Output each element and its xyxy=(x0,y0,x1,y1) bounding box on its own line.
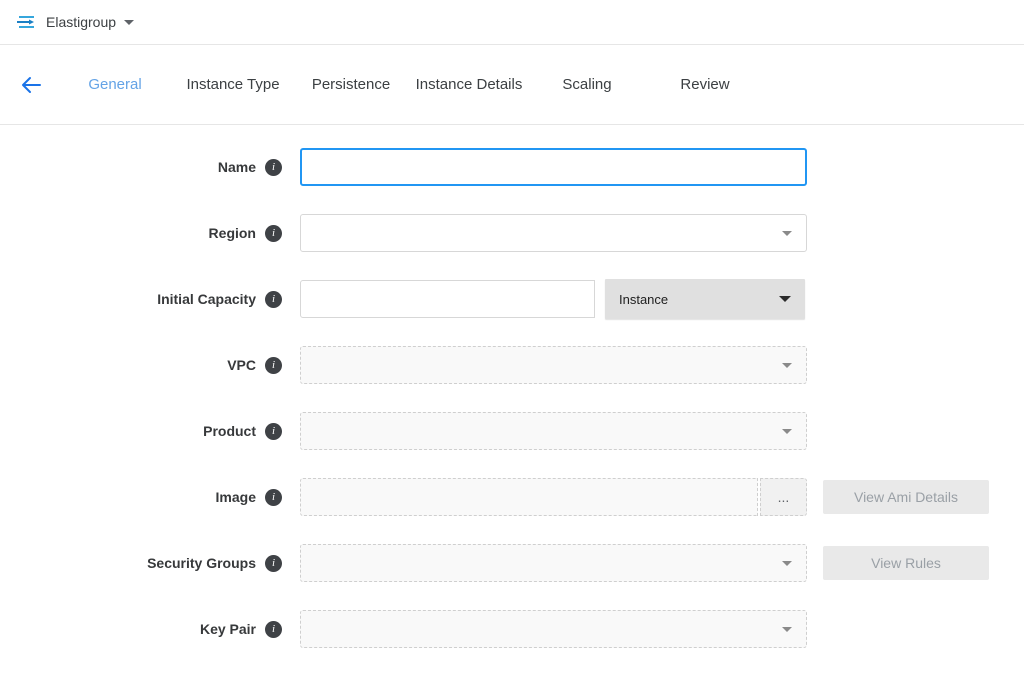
form-row-key-pair: Key Pair i xyxy=(0,610,1024,648)
back-arrow-icon[interactable] xyxy=(20,76,56,94)
product-select[interactable] xyxy=(300,412,807,450)
vpc-select[interactable] xyxy=(300,346,807,384)
form-row-security-groups: Security Groups i View Rules xyxy=(0,544,1024,582)
tab-review[interactable]: Review xyxy=(646,76,764,93)
view-ami-details-button[interactable]: View Ami Details xyxy=(823,480,989,514)
name-input[interactable] xyxy=(300,148,807,186)
initial-capacity-label: Initial Capacity xyxy=(157,291,256,307)
tab-persistence[interactable]: Persistence xyxy=(292,76,410,93)
region-caret-icon xyxy=(782,231,792,236)
form-row-region: Region i xyxy=(0,214,1024,252)
initial-capacity-info-icon[interactable]: i xyxy=(265,291,282,308)
product-info-icon[interactable]: i xyxy=(265,423,282,440)
initial-capacity-input[interactable] xyxy=(300,280,595,318)
vpc-caret-icon xyxy=(782,363,792,368)
key-pair-info-icon[interactable]: i xyxy=(265,621,282,638)
name-label: Name xyxy=(218,159,256,175)
general-settings-form: Name i Region i Initial Capacity i Insta… xyxy=(0,125,1024,648)
image-info-icon[interactable]: i xyxy=(265,489,282,506)
vpc-label: VPC xyxy=(227,357,256,373)
name-info-icon[interactable]: i xyxy=(265,159,282,176)
elastigroup-logo-icon xyxy=(15,14,37,30)
region-label: Region xyxy=(209,225,256,241)
form-row-product: Product i xyxy=(0,412,1024,450)
key-pair-label: Key Pair xyxy=(200,621,256,637)
image-input[interactable] xyxy=(300,478,758,516)
security-groups-select[interactable] xyxy=(300,544,807,582)
image-label: Image xyxy=(216,489,256,505)
capacity-unit-caret-icon xyxy=(779,296,791,302)
topbar: Elastigroup xyxy=(0,0,1024,45)
tab-general[interactable]: General xyxy=(56,76,174,93)
app-title: Elastigroup xyxy=(46,14,116,30)
capacity-unit-select[interactable]: Instance xyxy=(605,279,805,319)
capacity-unit-value: Instance xyxy=(619,292,668,307)
region-select[interactable] xyxy=(300,214,807,252)
tab-instance-type[interactable]: Instance Type xyxy=(174,76,292,93)
product-caret-icon xyxy=(782,429,792,434)
wizard-tab-bar: General Instance Type Persistence Instan… xyxy=(0,45,1024,125)
security-groups-info-icon[interactable]: i xyxy=(265,555,282,572)
security-groups-label: Security Groups xyxy=(147,555,256,571)
view-rules-button[interactable]: View Rules xyxy=(823,546,989,580)
security-groups-caret-icon xyxy=(782,561,792,566)
form-row-vpc: VPC i xyxy=(0,346,1024,384)
vpc-info-icon[interactable]: i xyxy=(265,357,282,374)
form-row-image: Image i ... View Ami Details xyxy=(0,478,1024,516)
form-row-initial-capacity: Initial Capacity i Instance xyxy=(0,280,1024,318)
form-row-name: Name i xyxy=(0,148,1024,186)
key-pair-select[interactable] xyxy=(300,610,807,648)
region-info-icon[interactable]: i xyxy=(265,225,282,242)
tab-instance-details[interactable]: Instance Details xyxy=(410,76,528,93)
image-browse-button[interactable]: ... xyxy=(760,478,807,516)
product-label: Product xyxy=(203,423,256,439)
chevron-down-icon[interactable] xyxy=(124,20,134,25)
key-pair-caret-icon xyxy=(782,627,792,632)
tab-scaling[interactable]: Scaling xyxy=(528,76,646,93)
